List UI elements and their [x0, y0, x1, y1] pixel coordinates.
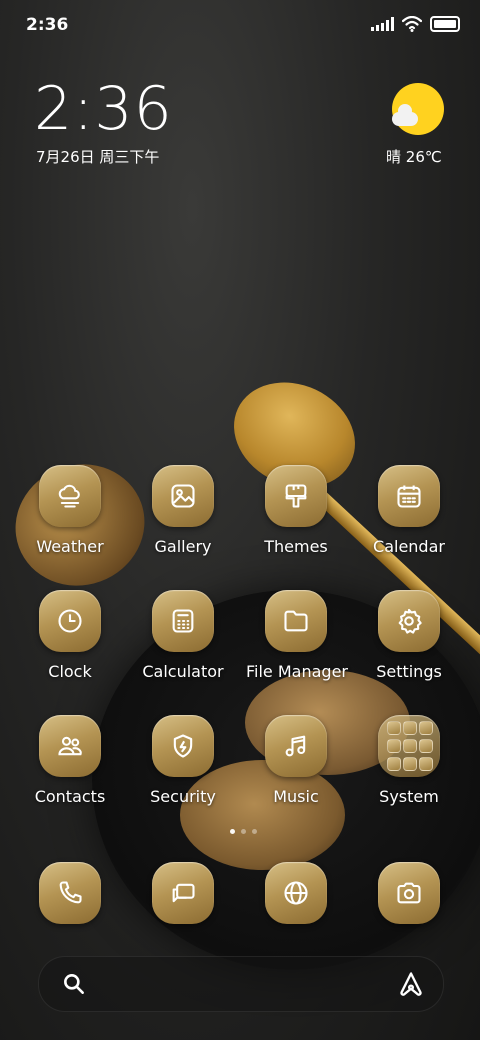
app-label: Music	[273, 787, 319, 806]
page-dot	[241, 829, 246, 834]
camera-icon	[378, 862, 440, 924]
messages-icon	[152, 862, 214, 924]
wifi-icon	[402, 16, 422, 32]
weather-app-icon	[39, 465, 101, 527]
app-label: Weather	[36, 537, 104, 556]
app-folder-system[interactable]: System	[359, 715, 459, 806]
folder-grid-icon	[378, 715, 440, 777]
page-indicator	[230, 829, 257, 834]
status-bar: 2:36	[0, 0, 480, 50]
app-calculator[interactable]: Calculator	[133, 590, 233, 681]
app-label: Themes	[264, 537, 328, 556]
app-security[interactable]: Security	[133, 715, 233, 806]
gear-icon	[378, 590, 440, 652]
app-label: Calculator	[142, 662, 224, 681]
assistant-icon[interactable]	[397, 970, 425, 998]
page-dot-active	[230, 829, 235, 834]
weather-condition: 晴	[386, 148, 402, 166]
app-label: File Manager	[246, 662, 348, 681]
app-file-manager[interactable]: File Manager	[246, 590, 348, 681]
app-label: Security	[150, 787, 216, 806]
app-contacts[interactable]: Contacts	[20, 715, 120, 806]
status-time: 2:36	[26, 15, 69, 35]
app-label: Clock	[48, 662, 92, 681]
dock-messages[interactable]	[133, 862, 233, 924]
app-weather[interactable]: Weather	[20, 465, 120, 556]
clock-app-icon	[39, 590, 101, 652]
gallery-app-icon	[152, 465, 214, 527]
search-bar[interactable]	[38, 956, 444, 1012]
app-calendar[interactable]: Calendar	[359, 465, 459, 556]
folder-icon	[265, 590, 327, 652]
globe-icon	[265, 862, 327, 924]
status-icons	[371, 16, 460, 32]
page-dot	[252, 829, 257, 834]
dock-browser[interactable]	[246, 862, 346, 924]
dock-camera[interactable]	[359, 862, 459, 924]
contacts-app-icon	[39, 715, 101, 777]
music-note-icon	[265, 715, 327, 777]
shield-icon	[152, 715, 214, 777]
calendar-app-icon	[378, 465, 440, 527]
phone-icon	[39, 862, 101, 924]
clock-widget-date: 7月26日 周三下午	[36, 148, 160, 166]
app-label: Contacts	[34, 787, 106, 806]
dock-phone[interactable]	[20, 862, 120, 924]
battery-icon	[430, 16, 460, 32]
app-label: Gallery	[154, 537, 212, 556]
clock-widget-time[interactable]: 2:36	[34, 74, 173, 144]
app-label: Calendar	[373, 537, 445, 556]
app-settings[interactable]: Settings	[359, 590, 459, 681]
weather-temperature: 26℃	[405, 148, 442, 166]
app-label: Settings	[376, 662, 442, 681]
calculator-app-icon	[152, 590, 214, 652]
signal-icon	[371, 17, 394, 31]
search-icon[interactable]	[61, 971, 87, 997]
app-label: System	[379, 787, 439, 806]
weather-widget-summary[interactable]: 晴 26℃	[386, 146, 442, 167]
app-gallery[interactable]: Gallery	[133, 465, 233, 556]
app-music[interactable]: Music	[246, 715, 346, 806]
themes-app-icon	[265, 465, 327, 527]
app-themes[interactable]: Themes	[246, 465, 346, 556]
cloud-icon	[392, 104, 418, 126]
app-clock[interactable]: Clock	[20, 590, 120, 681]
